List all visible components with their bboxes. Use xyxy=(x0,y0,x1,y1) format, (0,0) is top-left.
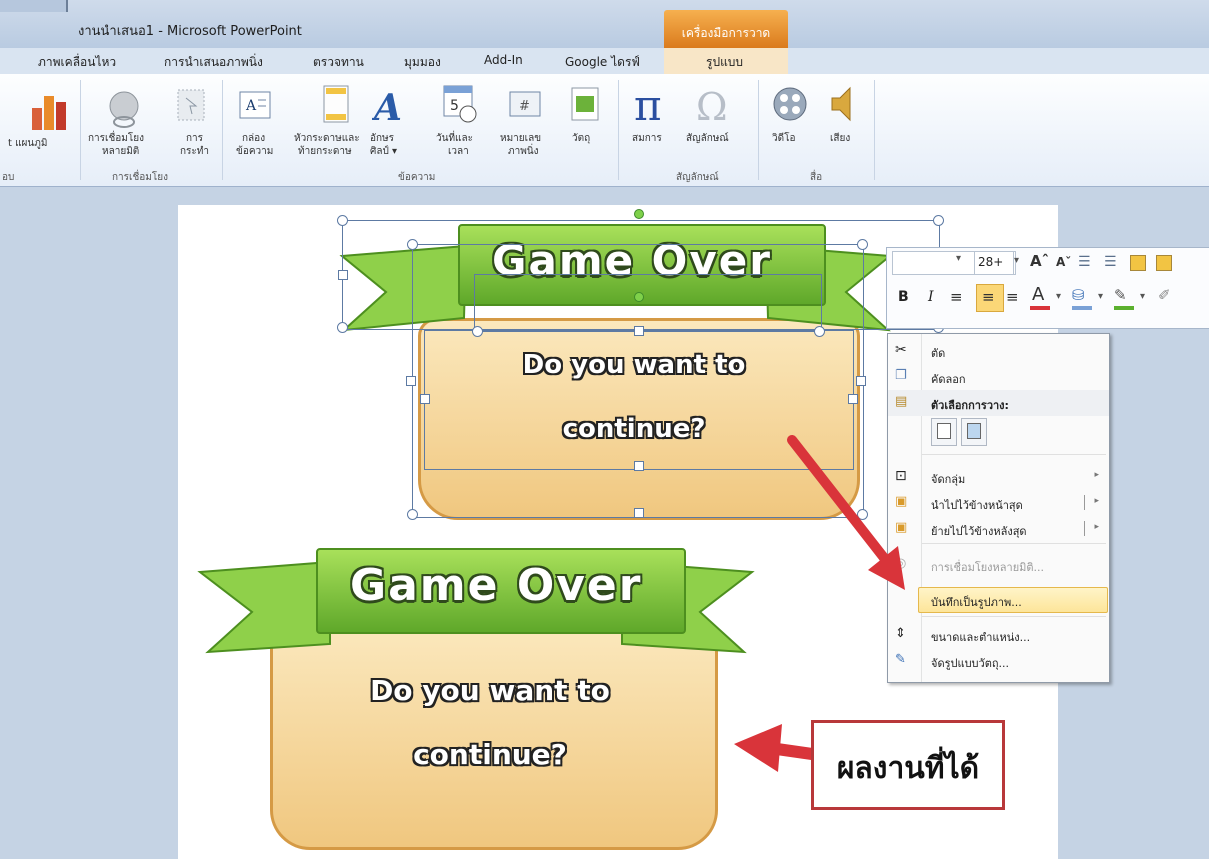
result-callout: ผลงานที่ได้ xyxy=(811,720,1005,810)
annotation-arrows xyxy=(734,435,905,772)
result-callout-text: ผลงานที่ได้ xyxy=(836,751,980,786)
